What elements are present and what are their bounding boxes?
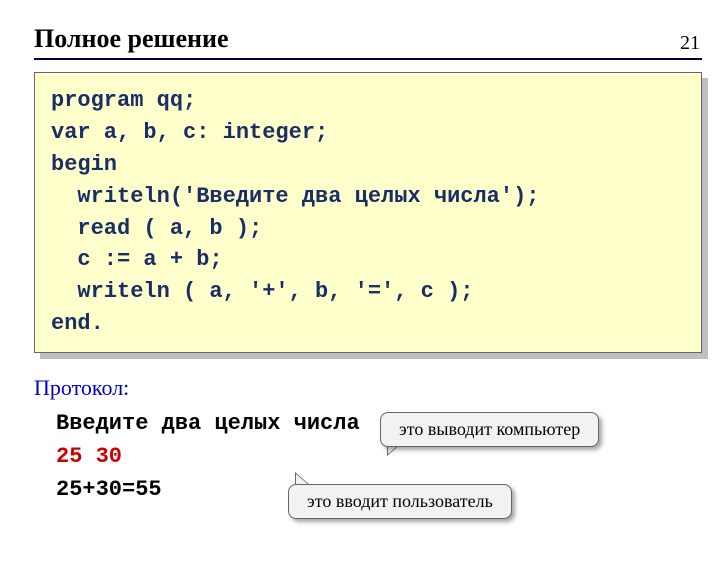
protocol-label: Протокол: <box>34 375 720 401</box>
callout-user-inputs: это вводит пользователь <box>288 484 512 519</box>
callout-computer-outputs: это выводит компьютер <box>380 412 599 447</box>
code-block: program qq; var a, b, c: integer; begin … <box>34 72 702 353</box>
slide-title: Полное решение <box>34 24 720 54</box>
page-number: 21 <box>680 32 700 55</box>
title-underline <box>34 58 702 60</box>
code-content: program qq; var a, b, c: integer; begin … <box>34 72 702 353</box>
